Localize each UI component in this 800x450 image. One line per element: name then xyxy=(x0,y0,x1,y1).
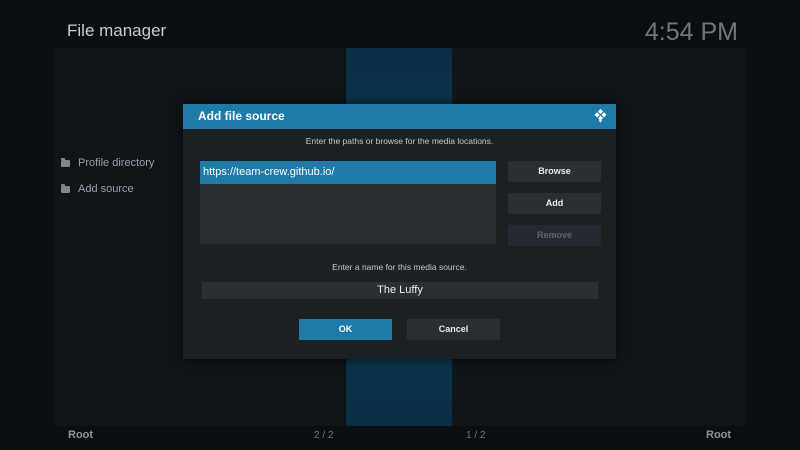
sidebar-item-profile-directory[interactable]: Profile directory xyxy=(61,157,154,169)
cancel-button[interactable]: Cancel xyxy=(407,319,500,340)
page-title: File manager xyxy=(67,21,167,40)
footer-left-root-label: Root xyxy=(68,429,94,441)
dialog-title: Add file source xyxy=(198,109,285,123)
media-path-item[interactable]: https://team-crew.github.io/ xyxy=(200,161,496,184)
sidebar-item-add-source[interactable]: Add source xyxy=(61,183,134,195)
name-instruction: Enter a name for this media source. xyxy=(332,262,467,272)
add-path-button[interactable]: Add xyxy=(508,193,601,214)
kodi-screen: File manager 4:54 PM Profile directory A… xyxy=(0,0,800,450)
folder-icon xyxy=(61,157,70,167)
dialog-header: Add file source xyxy=(183,104,616,129)
media-path-list[interactable]: https://team-crew.github.io/ xyxy=(200,161,496,244)
add-file-source-dialog: Add file source Enter the paths or brows… xyxy=(183,104,616,359)
footer-right-page-count: 1 / 2 xyxy=(466,430,486,441)
footer-left-page-count: 2 / 2 xyxy=(314,430,334,441)
ok-button[interactable]: OK xyxy=(299,319,392,340)
browse-button[interactable]: Browse xyxy=(508,161,601,182)
media-source-name-field[interactable]: The Luffy xyxy=(202,282,598,299)
sidebar-item-label: Profile directory xyxy=(78,157,155,169)
paths-instruction: Enter the paths or browse for the media … xyxy=(305,136,494,146)
kodi-logo-icon xyxy=(594,108,607,123)
remove-path-button[interactable]: Remove xyxy=(508,225,601,246)
clock: 4:54 PM xyxy=(644,18,738,46)
footer-right-root-label: Root xyxy=(706,429,732,441)
folder-icon xyxy=(61,183,70,193)
sidebar-item-label: Add source xyxy=(78,183,134,195)
